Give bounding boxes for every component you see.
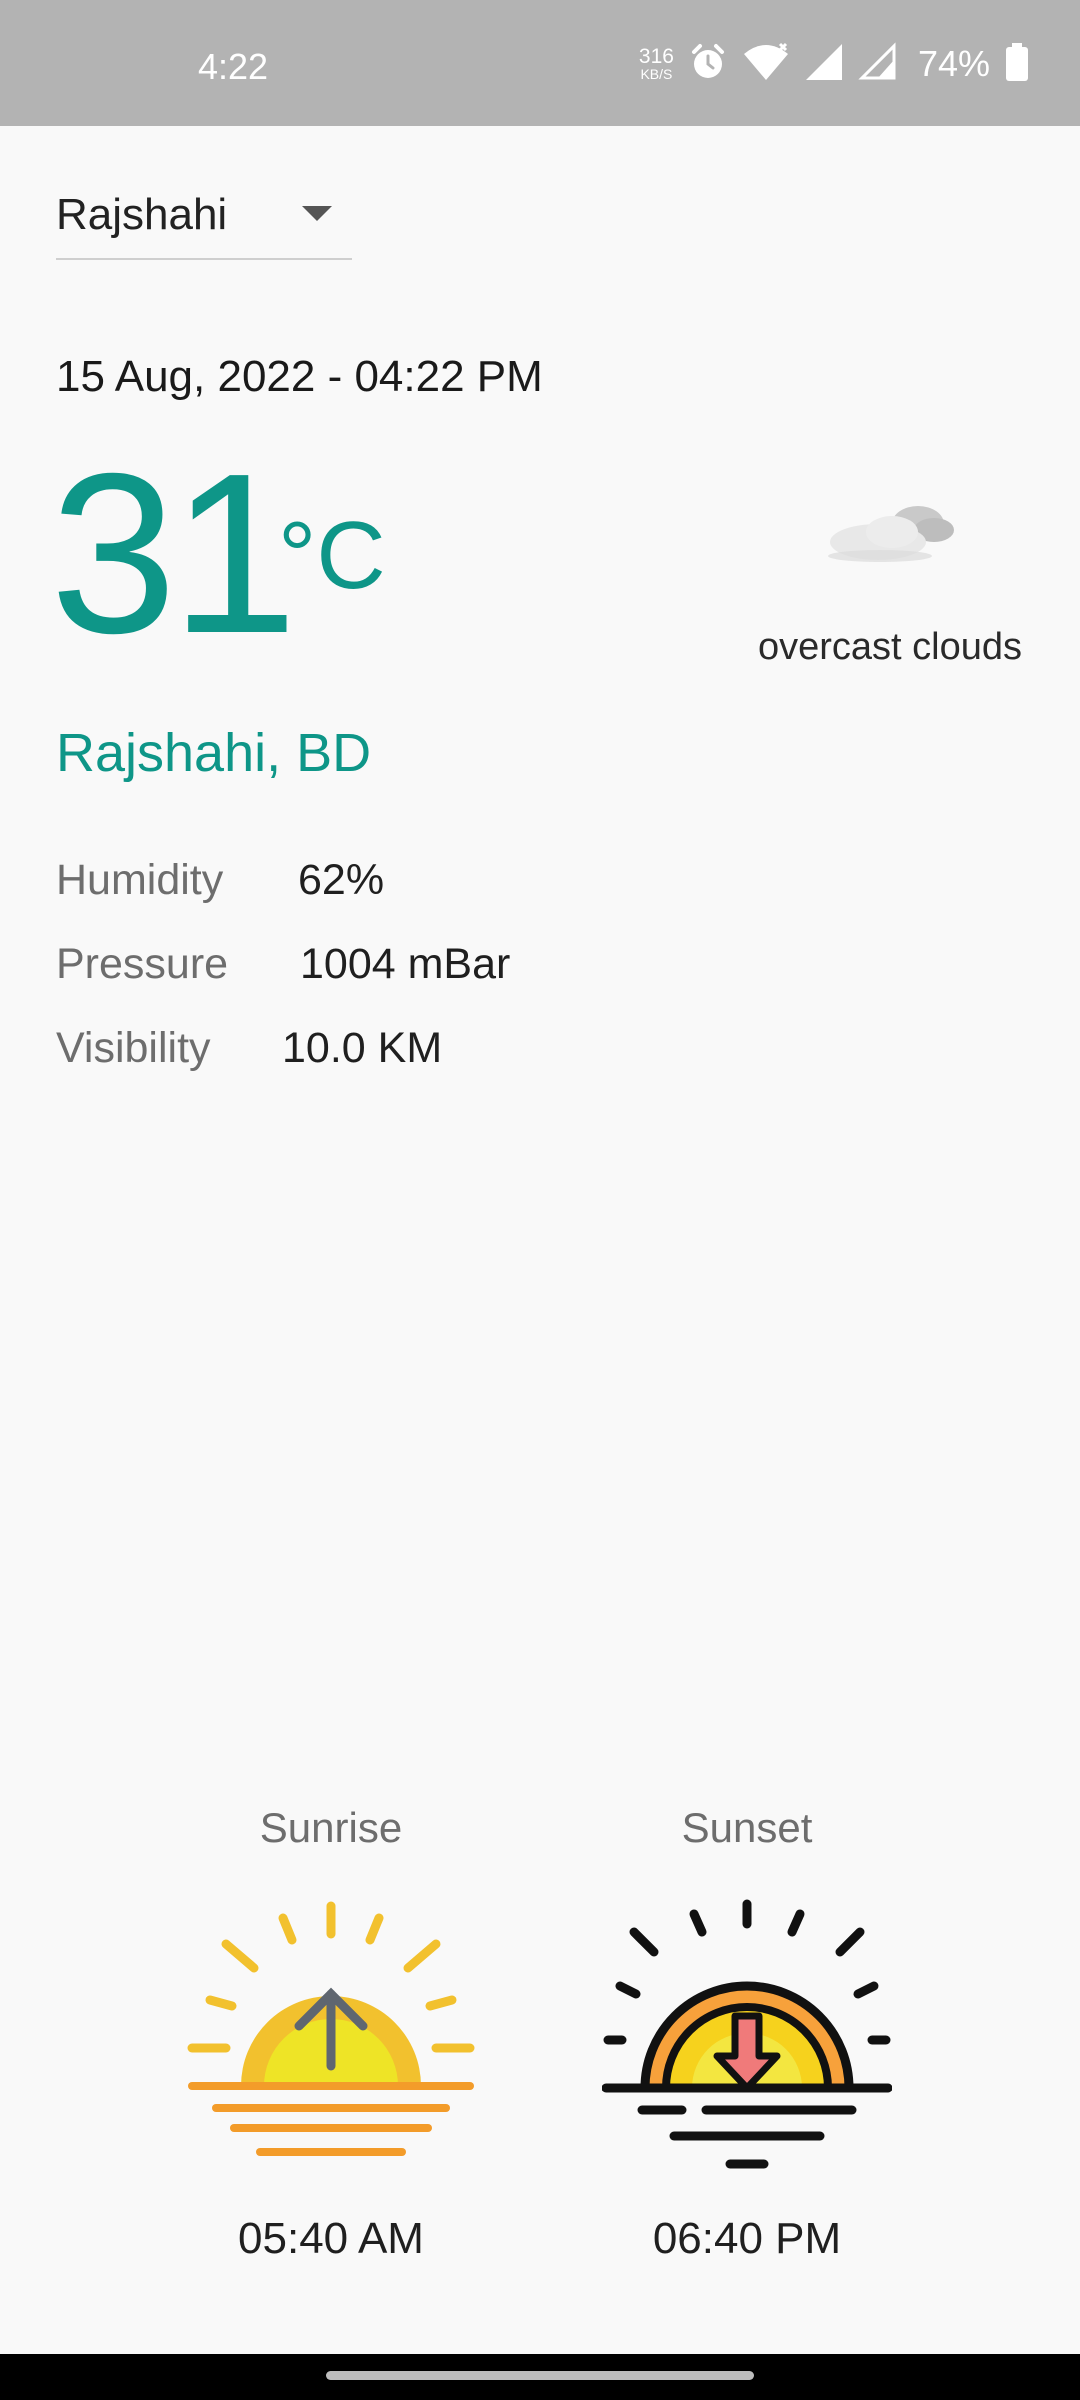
cellular-signal-icon <box>858 41 898 87</box>
network-speed: 316 KB/S <box>638 44 674 82</box>
humidity-label: Humidity <box>56 856 224 904</box>
alarm-icon <box>688 42 728 87</box>
city-dropdown[interactable]: Rajshahi <box>56 176 352 260</box>
status-time: 4:22 <box>198 46 269 87</box>
home-indicator[interactable] <box>326 2371 754 2380</box>
network-speed-value: 316 <box>638 44 674 68</box>
wifi-icon <box>742 42 790 87</box>
location-name: Rajshahi, BD <box>56 723 372 783</box>
sunrise-time: 05:40 AM <box>238 2214 424 2263</box>
battery-percentage: 74% <box>917 43 990 84</box>
sunset-icon <box>601 1898 893 2183</box>
dropdown-arrow-icon <box>302 206 332 221</box>
battery-icon <box>1004 42 1030 87</box>
humidity-value: 62% <box>298 856 385 904</box>
weather-description: overcast clouds <box>757 626 1022 668</box>
sunrise-icon <box>186 1898 476 2173</box>
pressure-label: Pressure <box>56 940 229 988</box>
sunset-time: 06:40 PM <box>652 2214 842 2263</box>
visibility-value: 10.0 KM <box>282 1024 443 1072</box>
temperature-value: 31 <box>50 427 298 681</box>
current-datetime: 15 Aug, 2022 - 04:22 PM <box>56 352 543 401</box>
status-bar: 4:22 316 KB/S 74% <box>0 0 1080 126</box>
network-speed-unit: KB/S <box>640 65 673 82</box>
navigation-bar <box>0 2354 1080 2400</box>
sunrise-label: Sunrise <box>259 1804 403 1851</box>
overcast-clouds-icon <box>820 486 960 570</box>
temperature-unit: °C <box>278 502 386 609</box>
sunset-label: Sunset <box>681 1804 813 1851</box>
cellular-signal-icon <box>804 42 844 87</box>
status-icons: 316 KB/S 74% <box>639 40 1030 88</box>
pressure-value: 1004 mBar <box>300 940 511 988</box>
city-dropdown-value: Rajshahi <box>56 190 228 239</box>
visibility-label: Visibility <box>56 1024 211 1072</box>
